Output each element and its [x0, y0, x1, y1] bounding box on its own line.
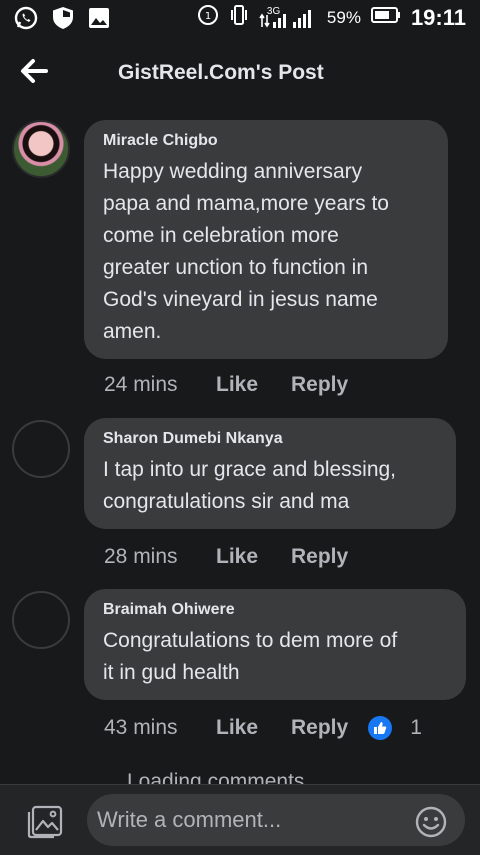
comment-actions: 43 mins Like Reply 1 [104, 716, 422, 740]
comment-text: Happy wedding anniversary papa and mama,… [103, 160, 389, 343]
battery-percent: 59% [326, 8, 361, 27]
reaction-summary[interactable]: 1 [368, 716, 422, 740]
comment-bubble[interactable]: Braimah Ohiwere Congratulations to dem m… [84, 589, 466, 700]
comment-author[interactable]: Braimah Ohiwere [103, 601, 448, 619]
comment-bubble[interactable]: Miracle Chigbo Happy wedding anniversary… [84, 120, 448, 359]
comment-author[interactable]: Sharon Dumebi Nkanya [103, 430, 438, 448]
comment-actions: 24 mins Like Reply [104, 373, 348, 397]
reply-button[interactable]: Reply [291, 545, 348, 569]
like-reaction-icon [368, 716, 393, 740]
comment-bubble[interactable]: Sharon Dumebi Nkanya I tap into ur grace… [84, 418, 456, 529]
avatar[interactable] [12, 120, 70, 178]
avatar[interactable] [12, 420, 70, 478]
alarm-icon: 1 [197, 4, 219, 32]
image-icon [88, 7, 110, 34]
reaction-count: 1 [410, 716, 422, 739]
app-bar: GistReel.Com's Post [0, 44, 480, 100]
emoji-icon[interactable] [415, 806, 447, 843]
network-type: 3G [266, 6, 281, 17]
back-arrow-icon[interactable] [20, 58, 48, 89]
comment-text: Congratulations to dem more of it in gud… [103, 629, 398, 684]
svg-text:1: 1 [205, 11, 211, 22]
whatsapp-icon [14, 6, 38, 35]
comment-time: 24 mins [104, 373, 178, 396]
shield-icon [52, 6, 74, 35]
loading-comments-text: Loading comments... [127, 770, 322, 784]
comment-text: I tap into ur grace and blessing, congra… [103, 458, 397, 513]
vibrate-icon [229, 4, 249, 32]
comment-time: 43 mins [104, 716, 178, 739]
reply-button[interactable]: Reply [291, 373, 348, 397]
comment-author[interactable]: Miracle Chigbo [103, 132, 430, 150]
battery-icon [370, 6, 401, 30]
signal-icon: 3G [259, 6, 317, 28]
comment-input[interactable] [87, 794, 465, 846]
notification-icons [14, 6, 110, 35]
comment-actions: 28 mins Like Reply [104, 545, 348, 569]
page-title: GistReel.Com's Post [118, 61, 324, 84]
photo-icon[interactable] [27, 805, 63, 844]
system-status: 1 3G 59% 19:11 [197, 4, 466, 32]
clock: 19:11 [410, 5, 466, 30]
like-button[interactable]: Like [216, 545, 291, 569]
status-bar: 1 3G 59% 19:11 [0, 0, 480, 38]
like-button[interactable]: Like [216, 716, 291, 740]
like-button[interactable]: Like [216, 373, 291, 397]
comment-composer [0, 784, 480, 855]
reply-button[interactable]: Reply [291, 716, 348, 740]
comment-time: 28 mins [104, 545, 178, 568]
avatar[interactable] [12, 591, 70, 649]
